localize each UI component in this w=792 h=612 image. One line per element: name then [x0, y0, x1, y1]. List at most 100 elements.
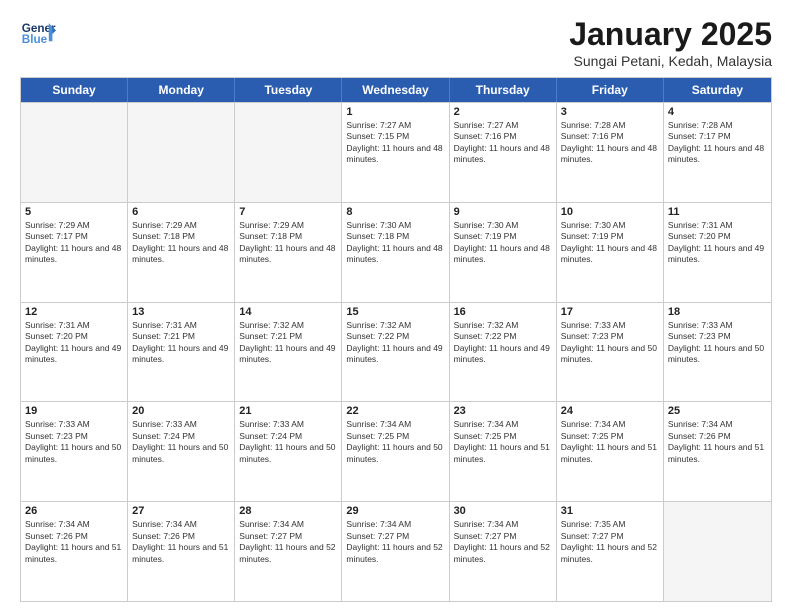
day-number: 21 [239, 405, 337, 417]
cal-cell: 2 Sunrise: 7:27 AMSunset: 7:16 PMDaylight… [450, 103, 557, 202]
day-number: 4 [668, 106, 767, 118]
cal-cell: 4 Sunrise: 7:28 AMSunset: 7:17 PMDaylight… [664, 103, 771, 202]
day-number: 10 [561, 206, 659, 218]
header-day-thursday: Thursday [450, 78, 557, 102]
cal-cell: 24 Sunrise: 7:34 AMSunset: 7:25 PMDayligh… [557, 402, 664, 501]
day-number: 9 [454, 206, 552, 218]
day-info: Sunrise: 7:29 AMSunset: 7:18 PMDaylight:… [239, 220, 337, 266]
day-number: 22 [346, 405, 444, 417]
day-number: 29 [346, 505, 444, 517]
title-block: January 2025 Sungai Petani, Kedah, Malay… [569, 16, 772, 69]
day-info: Sunrise: 7:34 AMSunset: 7:25 PMDaylight:… [561, 419, 659, 465]
day-number: 23 [454, 405, 552, 417]
cal-cell: 28Sunrise: 7:34 AMSunset: 7:27 PMDayligh… [235, 502, 342, 601]
logo: General Blue [20, 16, 56, 52]
day-info: Sunrise: 7:32 AMSunset: 7:22 PMDaylight:… [346, 320, 444, 366]
day-info: Sunrise: 7:31 AMSunset: 7:20 PMDaylight:… [668, 220, 767, 266]
day-info: Sunrise: 7:35 AMSunset: 7:27 PMDaylight:… [561, 519, 659, 565]
cal-cell: 27Sunrise: 7:34 AMSunset: 7:26 PMDayligh… [128, 502, 235, 601]
cal-cell [21, 103, 128, 202]
cal-cell: 14 Sunrise: 7:32 AMSunset: 7:21 PMDayligh… [235, 303, 342, 402]
cal-cell: 25 Sunrise: 7:34 AMSunset: 7:26 PMDayligh… [664, 402, 771, 501]
day-number: 18 [668, 306, 767, 318]
day-number: 1 [346, 106, 444, 118]
cal-cell: 3 Sunrise: 7:28 AMSunset: 7:16 PMDaylight… [557, 103, 664, 202]
day-info: Sunrise: 7:32 AMSunset: 7:22 PMDaylight:… [454, 320, 552, 366]
cal-cell: 17Sunrise: 7:33 AMSunset: 7:23 PMDayligh… [557, 303, 664, 402]
header-day-tuesday: Tuesday [235, 78, 342, 102]
day-info: Sunrise: 7:29 AMSunset: 7:18 PMDaylight:… [132, 220, 230, 266]
week-row-5: 26 Sunrise: 7:34 AMSunset: 7:26 PMDayligh… [21, 501, 771, 601]
cal-cell [128, 103, 235, 202]
day-number: 12 [25, 306, 123, 318]
svg-text:Blue: Blue [22, 33, 48, 46]
day-number: 11 [668, 206, 767, 218]
day-number: 17 [561, 306, 659, 318]
day-number: 15 [346, 306, 444, 318]
day-info: Sunrise: 7:27 AMSunset: 7:16 PMDaylight:… [454, 120, 552, 166]
cal-cell [235, 103, 342, 202]
cal-cell: 16Sunrise: 7:32 AMSunset: 7:22 PMDayligh… [450, 303, 557, 402]
day-info: Sunrise: 7:34 AMSunset: 7:27 PMDaylight:… [239, 519, 337, 565]
week-row-3: 12 Sunrise: 7:31 AMSunset: 7:20 PMDayligh… [21, 302, 771, 402]
cal-cell: 5 Sunrise: 7:29 AMSunset: 7:17 PMDaylight… [21, 203, 128, 302]
calendar-body: 1 Sunrise: 7:27 AMSunset: 7:15 PMDaylight… [21, 102, 771, 601]
cal-cell: 26 Sunrise: 7:34 AMSunset: 7:26 PMDayligh… [21, 502, 128, 601]
cal-cell: 29 Sunrise: 7:34 AMSunset: 7:27 PMDayligh… [342, 502, 449, 601]
day-info: Sunrise: 7:34 AMSunset: 7:25 PMDaylight:… [346, 419, 444, 465]
day-number: 2 [454, 106, 552, 118]
cal-cell: 30 Sunrise: 7:34 AMSunset: 7:27 PMDayligh… [450, 502, 557, 601]
week-row-4: 19Sunrise: 7:33 AMSunset: 7:23 PMDayligh… [21, 401, 771, 501]
cal-cell: 1 Sunrise: 7:27 AMSunset: 7:15 PMDaylight… [342, 103, 449, 202]
day-info: Sunrise: 7:28 AMSunset: 7:17 PMDaylight:… [668, 120, 767, 166]
day-info: Sunrise: 7:34 AMSunset: 7:27 PMDaylight:… [346, 519, 444, 565]
header-day-sunday: Sunday [21, 78, 128, 102]
cal-cell: 19Sunrise: 7:33 AMSunset: 7:23 PMDayligh… [21, 402, 128, 501]
cal-cell: 11 Sunrise: 7:31 AMSunset: 7:20 PMDayligh… [664, 203, 771, 302]
day-number: 14 [239, 306, 337, 318]
day-info: Sunrise: 7:30 AMSunset: 7:19 PMDaylight:… [561, 220, 659, 266]
day-info: Sunrise: 7:28 AMSunset: 7:16 PMDaylight:… [561, 120, 659, 166]
day-info: Sunrise: 7:33 AMSunset: 7:23 PMDaylight:… [668, 320, 767, 366]
header-day-friday: Friday [557, 78, 664, 102]
day-number: 26 [25, 505, 123, 517]
day-info: Sunrise: 7:33 AMSunset: 7:23 PMDaylight:… [25, 419, 123, 465]
day-info: Sunrise: 7:33 AMSunset: 7:24 PMDaylight:… [239, 419, 337, 465]
day-info: Sunrise: 7:33 AMSunset: 7:24 PMDaylight:… [132, 419, 230, 465]
cal-cell: 23 Sunrise: 7:34 AMSunset: 7:25 PMDayligh… [450, 402, 557, 501]
calendar: SundayMondayTuesdayWednesdayThursdayFrid… [20, 77, 772, 602]
calendar-header: SundayMondayTuesdayWednesdayThursdayFrid… [21, 78, 771, 102]
week-row-1: 1 Sunrise: 7:27 AMSunset: 7:15 PMDaylight… [21, 102, 771, 202]
day-number: 31 [561, 505, 659, 517]
cal-cell [664, 502, 771, 601]
header-day-wednesday: Wednesday [342, 78, 449, 102]
day-info: Sunrise: 7:34 AMSunset: 7:25 PMDaylight:… [454, 419, 552, 465]
header-day-monday: Monday [128, 78, 235, 102]
day-info: Sunrise: 7:34 AMSunset: 7:26 PMDaylight:… [668, 419, 767, 465]
cal-cell: 13Sunrise: 7:31 AMSunset: 7:21 PMDayligh… [128, 303, 235, 402]
subtitle: Sungai Petani, Kedah, Malaysia [569, 53, 772, 69]
cal-cell: 12 Sunrise: 7:31 AMSunset: 7:20 PMDayligh… [21, 303, 128, 402]
header-day-saturday: Saturday [664, 78, 771, 102]
cal-cell: 18 Sunrise: 7:33 AMSunset: 7:23 PMDayligh… [664, 303, 771, 402]
day-info: Sunrise: 7:32 AMSunset: 7:21 PMDaylight:… [239, 320, 337, 366]
cal-cell: 22 Sunrise: 7:34 AMSunset: 7:25 PMDayligh… [342, 402, 449, 501]
month-title: January 2025 [569, 16, 772, 53]
day-info: Sunrise: 7:34 AMSunset: 7:26 PMDaylight:… [132, 519, 230, 565]
day-number: 24 [561, 405, 659, 417]
header: General Blue January 2025 Sungai Petani,… [20, 16, 772, 69]
day-info: Sunrise: 7:30 AMSunset: 7:19 PMDaylight:… [454, 220, 552, 266]
day-number: 5 [25, 206, 123, 218]
day-info: Sunrise: 7:34 AMSunset: 7:26 PMDaylight:… [25, 519, 123, 565]
day-info: Sunrise: 7:29 AMSunset: 7:17 PMDaylight:… [25, 220, 123, 266]
day-number: 3 [561, 106, 659, 118]
day-info: Sunrise: 7:27 AMSunset: 7:15 PMDaylight:… [346, 120, 444, 166]
day-info: Sunrise: 7:31 AMSunset: 7:20 PMDaylight:… [25, 320, 123, 366]
day-info: Sunrise: 7:30 AMSunset: 7:18 PMDaylight:… [346, 220, 444, 266]
cal-cell: 7Sunrise: 7:29 AMSunset: 7:18 PMDaylight… [235, 203, 342, 302]
day-info: Sunrise: 7:34 AMSunset: 7:27 PMDaylight:… [454, 519, 552, 565]
day-number: 30 [454, 505, 552, 517]
cal-cell: 8Sunrise: 7:30 AMSunset: 7:18 PMDaylight… [342, 203, 449, 302]
day-number: 25 [668, 405, 767, 417]
page: General Blue January 2025 Sungai Petani,… [0, 0, 792, 612]
